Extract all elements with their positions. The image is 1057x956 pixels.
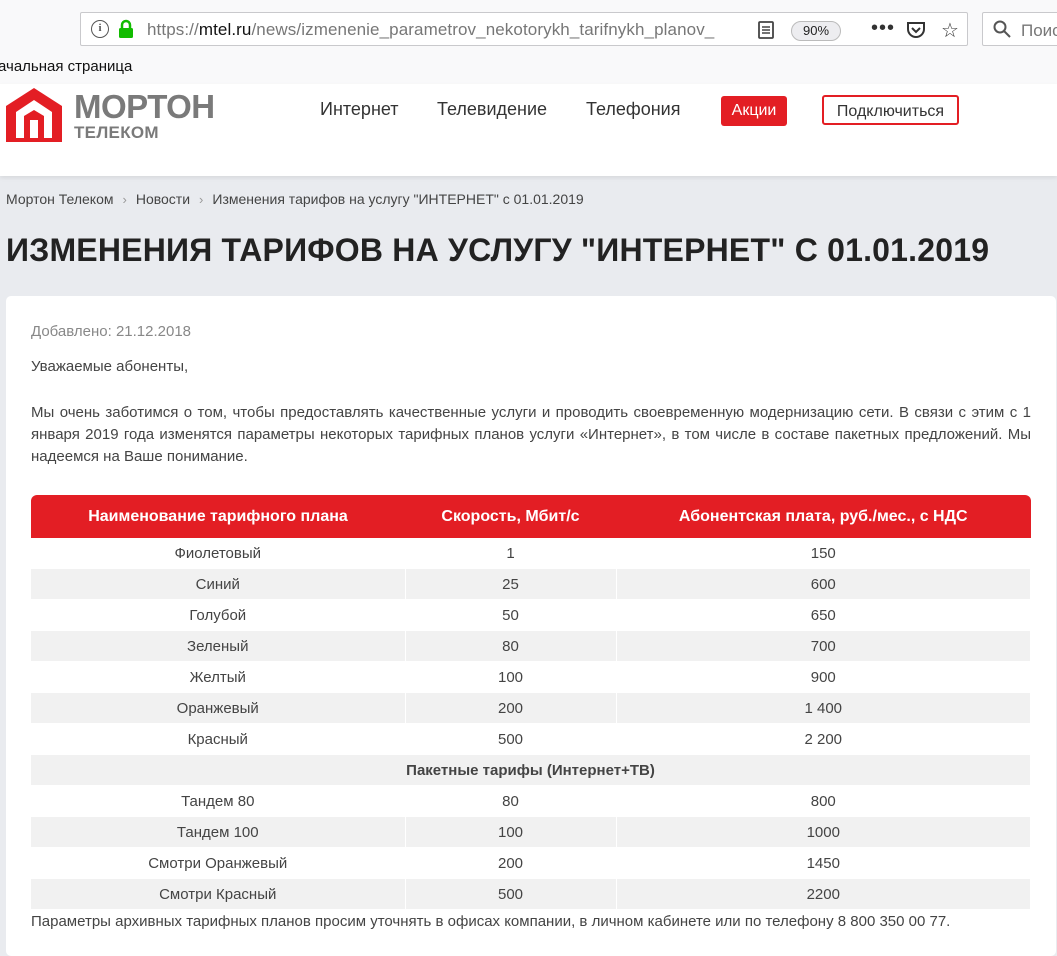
table-cell: Тандем 80	[31, 785, 406, 817]
table-cell: 800	[616, 785, 1031, 817]
table-cell: Голубой	[31, 599, 406, 631]
table-cell: 1000	[616, 816, 1031, 848]
table-row: Тандем 100 100 1000	[31, 816, 1031, 848]
connect-button[interactable]: Подключиться	[822, 95, 959, 125]
table-row: Фиолетовый 1 150	[31, 538, 1031, 569]
table-row: Оранжевый 200 1 400	[31, 692, 1031, 724]
logo[interactable]: МОРТОН ТЕЛЕКОМ	[6, 84, 246, 144]
table-cell: Красный	[31, 723, 406, 755]
search-box[interactable]: Поиск	[982, 12, 1057, 46]
table-row: Смотри Красный 500 2200	[31, 878, 1031, 910]
column-header: Абонентская плата, руб./мес., с НДС	[616, 495, 1031, 538]
table-cell: 2200	[616, 878, 1031, 910]
table-header-row: Наименование тарифного плана Скорость, М…	[31, 495, 1031, 538]
table-cell: Смотри Оранжевый	[31, 847, 406, 879]
table-cell: 650	[616, 599, 1031, 631]
table-row: Голубой 50 650	[31, 599, 1031, 631]
nav-telephony[interactable]: Телефония	[586, 99, 680, 120]
breadcrumb-home[interactable]: Мортон Телеком	[6, 191, 113, 207]
table-cell: Оранжевый	[31, 692, 406, 724]
table-cell: 500	[405, 878, 617, 910]
table-row: Тандем 80 80 800	[31, 785, 1031, 817]
column-header: Наименование тарифного плана	[31, 495, 405, 538]
breadcrumb-current: Изменения тарифов на услугу "ИНТЕРНЕТ" с…	[212, 191, 584, 207]
chevron-right-icon: ›	[199, 192, 204, 207]
table-cell: 1 400	[616, 692, 1031, 724]
pocket-icon[interactable]	[906, 21, 926, 39]
column-header: Скорость, Мбит/с	[405, 495, 616, 538]
table-cell: Зеленый	[31, 630, 406, 662]
table-row: Смотри Оранжевый 200 1450	[31, 847, 1031, 879]
browser-toolbar: i https://mtel.ru/news/izmenenie_paramet…	[0, 0, 1057, 84]
table-cell: 50	[405, 599, 617, 631]
zoom-indicator[interactable]: 90%	[791, 21, 841, 41]
table-cell: 150	[616, 538, 1031, 569]
table-cell: 200	[405, 847, 617, 879]
article-date: Добавлено: 21.12.2018	[31, 323, 192, 340]
table-cell: 700	[616, 630, 1031, 662]
info-icon[interactable]: i	[91, 20, 109, 38]
table-cell: 25	[405, 568, 617, 600]
table-group-title: Пакетные тарифы (Интернет+ТВ)	[31, 754, 1031, 786]
table-cell: Тандем 100	[31, 816, 406, 848]
table-cell: 100	[405, 661, 617, 693]
table-cell: Фиолетовый	[31, 538, 406, 569]
tariff-table: Наименование тарифного плана Скорость, М…	[31, 495, 1031, 910]
breadcrumb: Мортон Телеком › Новости › Изменения тарифов…	[6, 191, 584, 207]
table-cell: 600	[616, 568, 1031, 600]
article-footnote: Параметры архивных тарифных планов проси…	[31, 913, 951, 930]
nav-television[interactable]: Телевидение	[437, 99, 547, 120]
chevron-right-icon: ›	[122, 192, 127, 207]
article-card: Добавлено: 21.12.2018 Уважаемые абоненты…	[6, 296, 1056, 956]
table-cell: Желтый	[31, 661, 406, 693]
table-cell: 1450	[616, 847, 1031, 879]
promo-button[interactable]: Акции	[721, 96, 787, 126]
table-cell: 200	[405, 692, 617, 724]
table-cell: Синий	[31, 568, 406, 600]
table-cell: 900	[616, 661, 1031, 693]
reader-view-icon[interactable]	[757, 20, 775, 40]
page-actions-icon[interactable]: •••	[871, 17, 895, 40]
search-placeholder: Поиск	[1021, 21, 1057, 40]
breadcrumb-news[interactable]: Новости	[136, 191, 190, 207]
table-cell: 2 200	[616, 723, 1031, 755]
table-cell: 1	[405, 538, 617, 569]
url-text[interactable]: https://mtel.ru/news/izmenenie_parametro…	[147, 20, 727, 40]
table-row: Желтый 100 900	[31, 661, 1031, 693]
table-group-row: Пакетные тарифы (Интернет+ТВ)	[31, 754, 1031, 786]
site-header: МОРТОН ТЕЛЕКОМ Интернет Телевидение Теле…	[0, 84, 1057, 176]
page-title: ИЗМЕНЕНИЯ ТАРИФОВ НА УСЛУГУ "ИНТЕРНЕТ" С…	[6, 232, 990, 268]
nav-internet[interactable]: Интернет	[320, 99, 399, 120]
article-body: Мы очень заботимся о том, чтобы предоста…	[31, 404, 1031, 465]
lock-icon[interactable]	[117, 19, 135, 39]
bookmark-star-icon[interactable]: ☆	[941, 18, 959, 43]
logo-title: МОРТОН	[74, 88, 215, 125]
table-cell: 500	[405, 723, 617, 755]
table-cell: 80	[405, 785, 617, 817]
logo-subtitle: ТЕЛЕКОМ	[74, 123, 159, 142]
table-cell: 100	[405, 816, 617, 848]
logo-mark-icon	[6, 88, 62, 142]
article-greeting: Уважаемые абоненты,	[31, 358, 189, 375]
bookmark-home[interactable]: ачальная страница	[0, 58, 132, 75]
table-cell: Смотри Красный	[31, 878, 406, 910]
table-row: Синий 25 600	[31, 568, 1031, 600]
table-row: Зеленый 80 700	[31, 630, 1031, 662]
search-icon	[993, 20, 1011, 38]
table-row: Красный 500 2 200	[31, 723, 1031, 755]
table-cell: 80	[405, 630, 617, 662]
address-bar[interactable]: i https://mtel.ru/news/izmenenie_paramet…	[80, 12, 968, 46]
